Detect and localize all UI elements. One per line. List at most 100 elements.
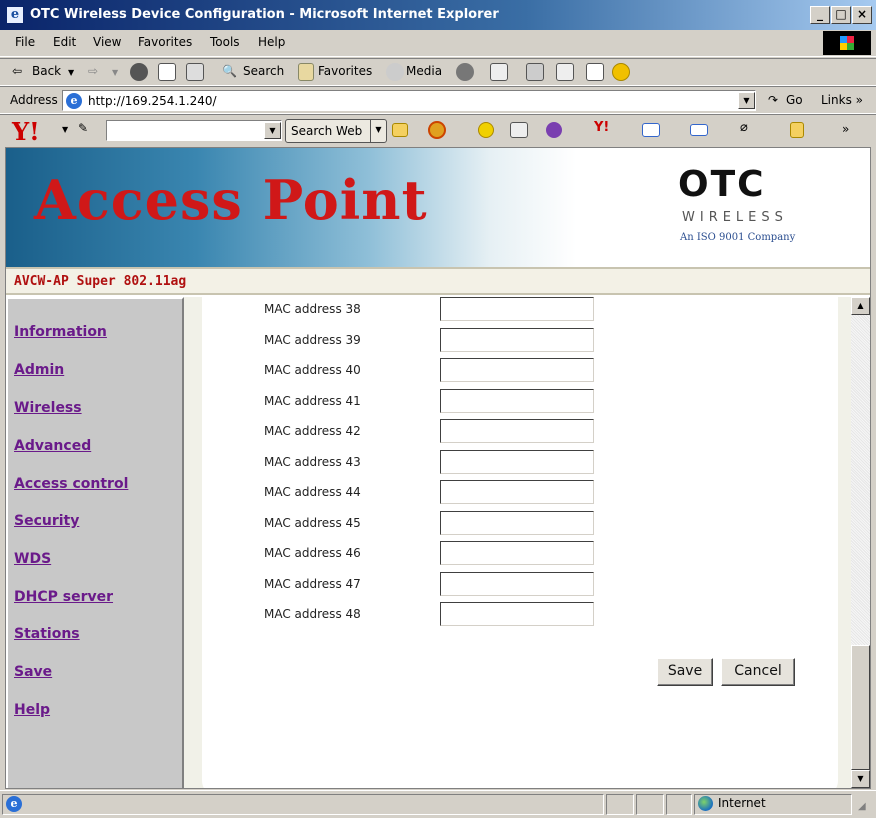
yahoo-search-input[interactable] bbox=[106, 120, 282, 141]
search-button[interactable]: Search bbox=[243, 64, 284, 78]
mac-address-input[interactable] bbox=[440, 389, 594, 413]
mac-label: MAC address 40 bbox=[264, 363, 361, 377]
scroll-thumb[interactable] bbox=[851, 645, 870, 770]
back-button[interactable]: Back bbox=[32, 64, 61, 78]
menu-edit[interactable]: Edit bbox=[53, 35, 76, 49]
smiley-icon[interactable] bbox=[478, 122, 494, 138]
scroll-up-icon[interactable]: ▲ bbox=[851, 297, 870, 315]
yahoo-mail-icon[interactable]: Y! bbox=[594, 120, 609, 135]
nav-dhcp-server[interactable]: DHCP server bbox=[14, 589, 113, 605]
mac-address-input[interactable] bbox=[440, 602, 594, 626]
mac-address-input[interactable] bbox=[440, 328, 594, 352]
mac-address-input[interactable] bbox=[440, 297, 594, 321]
clipboard-icon[interactable] bbox=[790, 122, 804, 138]
yahoo-search-dropdown-icon[interactable]: ▼ bbox=[264, 122, 281, 139]
page-viewport: Access Point OTC WIRELESS An ISO 9001 Co… bbox=[5, 147, 871, 789]
envelope-icon[interactable] bbox=[690, 124, 708, 136]
save-button[interactable]: Save bbox=[657, 658, 713, 686]
nav-access-control[interactable]: Access control bbox=[14, 476, 128, 492]
status-bar: e Internet ◢ bbox=[0, 790, 876, 818]
forward-dropdown-icon[interactable]: ▼ bbox=[112, 68, 118, 77]
favorites-icon[interactable] bbox=[298, 63, 314, 81]
minimize-button[interactable]: _ bbox=[810, 6, 830, 24]
back-arrow-icon[interactable]: ⇦ bbox=[12, 64, 22, 78]
close-button[interactable]: × bbox=[852, 6, 872, 24]
address-label: Address bbox=[10, 93, 58, 107]
go-arrow-icon[interactable]: ↷ bbox=[768, 93, 778, 107]
address-dropdown-icon[interactable]: ▼ bbox=[738, 92, 755, 109]
forward-icon[interactable]: ⇨ bbox=[88, 64, 98, 78]
links-button[interactable]: Links » bbox=[821, 93, 863, 107]
home-icon[interactable] bbox=[186, 63, 204, 81]
edit-icon[interactable] bbox=[556, 63, 574, 81]
media-icon[interactable] bbox=[386, 63, 404, 81]
refresh-icon[interactable] bbox=[158, 63, 176, 81]
address-input[interactable]: e http://169.254.1.240/ bbox=[62, 90, 756, 111]
otc-logo: OTC WIRELESS An ISO 9001 Company bbox=[670, 164, 810, 254]
stop-icon[interactable] bbox=[130, 63, 148, 81]
menu-favorites[interactable]: Favorites bbox=[138, 35, 192, 49]
chart-icon[interactable] bbox=[642, 123, 660, 137]
mac-address-input[interactable] bbox=[440, 511, 594, 535]
status-text-panel bbox=[2, 794, 604, 815]
logo-name: OTC bbox=[678, 164, 766, 205]
cancel-button[interactable]: Cancel bbox=[721, 658, 795, 686]
yahoo-logo[interactable]: Y! bbox=[12, 117, 40, 146]
my-yahoo-icon[interactable] bbox=[546, 122, 562, 138]
back-dropdown-icon[interactable]: ▼ bbox=[68, 68, 74, 77]
mac-address-input[interactable] bbox=[440, 480, 594, 504]
yahoo-toolbar: Y! ▼ ✎ ▼ Search Web ▼ Y! ⌀ » bbox=[0, 114, 876, 146]
menu-tools[interactable]: Tools bbox=[210, 35, 240, 49]
history-icon[interactable] bbox=[456, 63, 474, 81]
favorites-button[interactable]: Favorites bbox=[318, 64, 372, 78]
logo-tagline: WIRELESS bbox=[682, 210, 788, 225]
maximize-button[interactable]: □ bbox=[831, 6, 851, 24]
logo-iso: An ISO 9001 Company bbox=[680, 232, 796, 243]
banner-headline: Access Point bbox=[34, 168, 428, 232]
nav-admin[interactable]: Admin bbox=[14, 362, 64, 378]
search-web-dropdown-icon[interactable]: ▼ bbox=[370, 120, 386, 142]
nav-security[interactable]: Security bbox=[14, 513, 79, 529]
bookmark-icon[interactable] bbox=[392, 123, 408, 137]
mac-address-input[interactable] bbox=[440, 358, 594, 382]
nav-save[interactable]: Save bbox=[14, 664, 52, 680]
scroll-down-icon[interactable]: ▼ bbox=[851, 770, 870, 788]
nav-help[interactable]: Help bbox=[14, 702, 50, 718]
vertical-scrollbar[interactable]: ▲ ▼ bbox=[851, 297, 870, 788]
highlight-pen-icon[interactable]: ✎ bbox=[78, 121, 88, 135]
nav-wds[interactable]: WDS bbox=[14, 551, 51, 567]
print-icon[interactable] bbox=[526, 63, 544, 81]
nav-advanced[interactable]: Advanced bbox=[14, 438, 91, 454]
menu-help[interactable]: Help bbox=[258, 35, 285, 49]
address-url[interactable]: http://169.254.1.240/ bbox=[88, 94, 217, 108]
go-button[interactable]: Go bbox=[786, 93, 803, 107]
menu-view[interactable]: View bbox=[93, 35, 121, 49]
nav-sidebar: Information Admin Wireless Advanced Acce… bbox=[6, 297, 184, 788]
search-web-button[interactable]: Search Web ▼ bbox=[285, 119, 387, 143]
resize-grip-icon[interactable]: ◢ bbox=[858, 801, 866, 812]
messenger-icon[interactable] bbox=[612, 63, 630, 81]
mac-address-input[interactable] bbox=[440, 541, 594, 565]
nav-stations[interactable]: Stations bbox=[14, 626, 80, 642]
nav-wireless[interactable]: Wireless bbox=[14, 400, 82, 416]
mac-label: MAC address 41 bbox=[264, 394, 361, 408]
mac-label: MAC address 38 bbox=[264, 302, 361, 316]
mac-label: MAC address 47 bbox=[264, 577, 361, 591]
model-bar: AVCW-AP Super 802.11ag bbox=[6, 267, 870, 295]
mac-address-input[interactable] bbox=[440, 450, 594, 474]
search-icon[interactable]: 🔍 bbox=[222, 64, 237, 78]
mac-address-input[interactable] bbox=[440, 419, 594, 443]
mac-address-input[interactable] bbox=[440, 572, 594, 596]
menu-bar: File Edit View Favorites Tools Help bbox=[0, 30, 876, 57]
yahoo-menu-dropdown-icon[interactable]: ▼ bbox=[62, 125, 68, 134]
yahoo-more-button[interactable]: » bbox=[842, 122, 849, 136]
target-icon[interactable] bbox=[428, 121, 446, 139]
nav-information[interactable]: Information bbox=[14, 324, 107, 340]
menu-file[interactable]: File bbox=[15, 35, 35, 49]
paperclip-icon[interactable]: ⌀ bbox=[740, 120, 748, 135]
mac-address-panel: MAC address 38 MAC address 39 MAC addres… bbox=[202, 297, 838, 788]
finance-icon[interactable] bbox=[510, 122, 528, 138]
mail-icon[interactable] bbox=[490, 63, 508, 81]
media-button[interactable]: Media bbox=[406, 64, 442, 78]
discuss-icon[interactable] bbox=[586, 63, 604, 81]
